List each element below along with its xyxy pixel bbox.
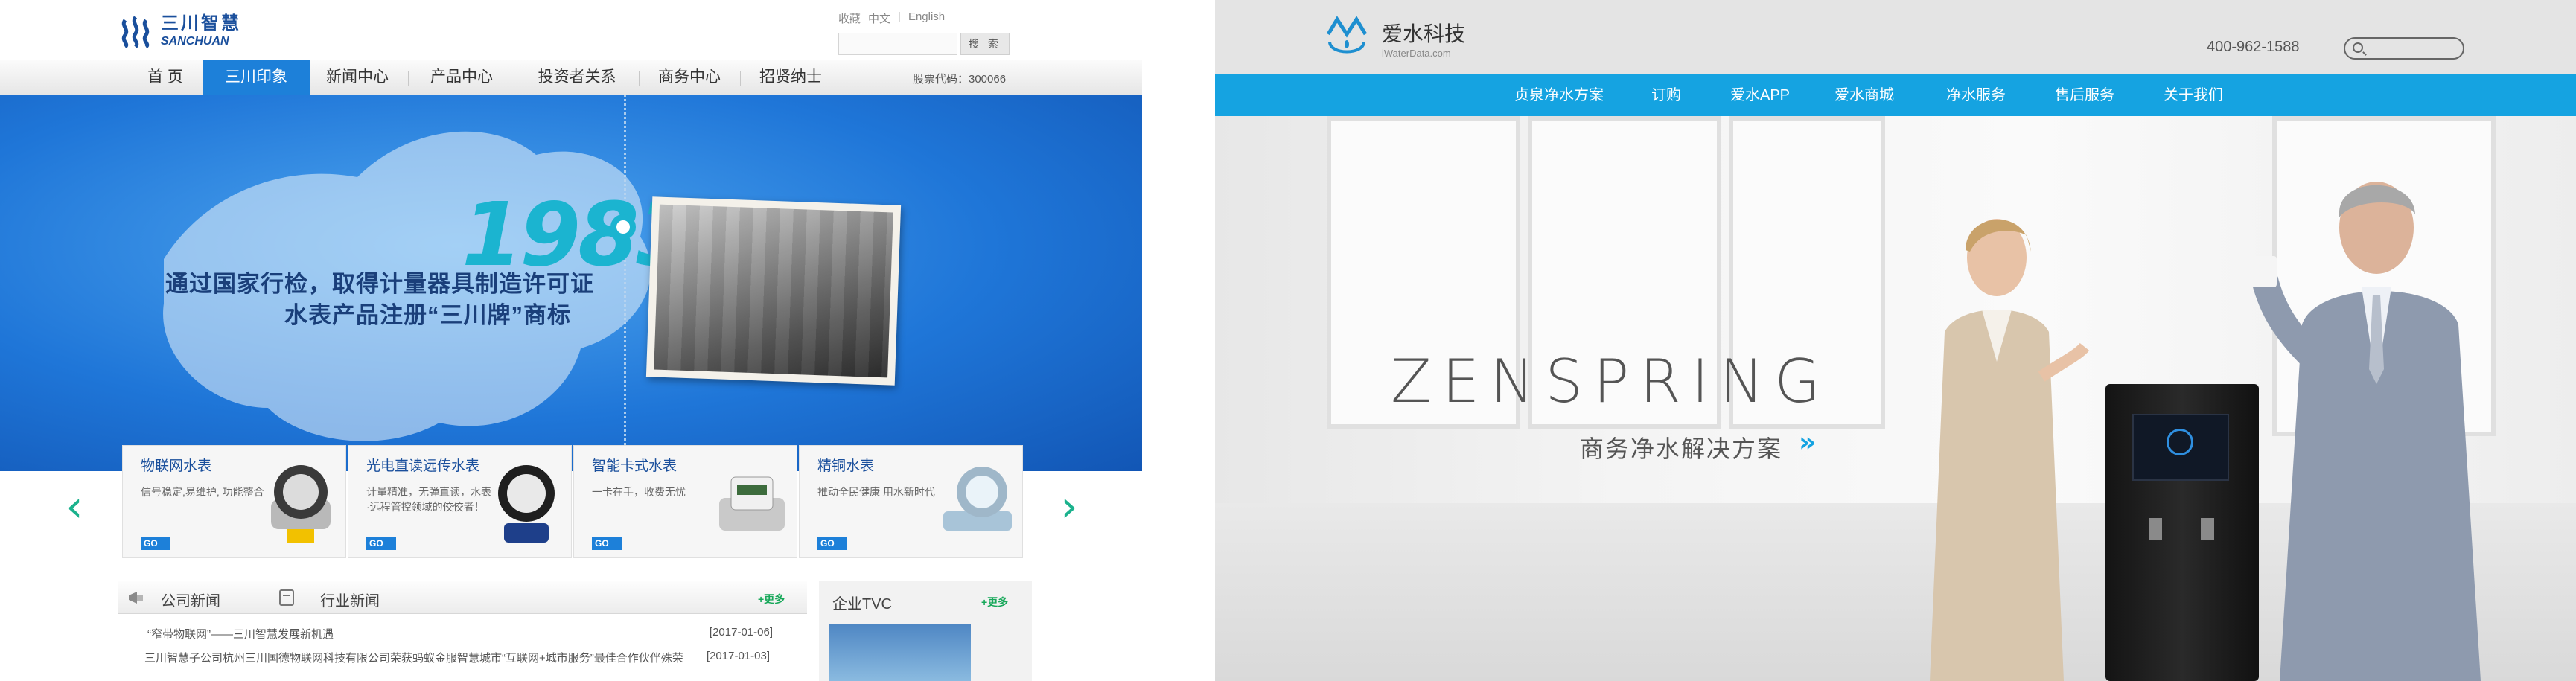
search-icon[interactable] — [2353, 42, 2363, 53]
nav-about[interactable]: 三川印象 — [203, 60, 310, 95]
product-card[interactable]: 物联网水表 信号稳定,易维护, 功能整合 GO — [122, 445, 346, 558]
hero-slogan-2: 水表产品注册“三川牌”商标 — [284, 302, 571, 328]
tvc-more-link[interactable]: +更多 — [981, 595, 1008, 610]
product-card[interactable]: 智能卡式水表 一卡在手，收费无忧 GO — [573, 445, 797, 558]
nav-investors[interactable]: 投资者关系 — [529, 60, 625, 95]
product-title: 光电直读远传水表 — [366, 458, 480, 474]
tab-industry-news[interactable]: 行业新闻 — [320, 589, 380, 610]
water-meter-icon — [943, 467, 1012, 531]
nav-divider — [408, 71, 409, 86]
go-button[interactable]: GO — [141, 537, 170, 550]
logo-cn: 三川智慧 — [161, 13, 241, 33]
news-title: “窄带物联网”——三川智慧发展新机遇 — [147, 628, 334, 641]
tvc-thumbnail[interactable] — [829, 624, 971, 681]
logo[interactable]: 爱水科技 iWaterData.com — [1319, 12, 1465, 64]
go-button[interactable]: GO — [592, 537, 622, 550]
phone-number: 400-962-1588 — [2207, 39, 2300, 55]
logo-en: SANCHUAN — [161, 35, 229, 48]
hero-subtitle: 商务净水解决方案 — [1580, 435, 1783, 462]
go-button[interactable]: GO — [366, 537, 396, 550]
nav-service[interactable]: 净水服务 — [1946, 74, 2006, 116]
main-nav: 贞泉净水方案 订购 爱水APP 爱水商城 净水服务 售后服务 关于我们 — [1215, 74, 2576, 116]
megaphone-icon — [129, 592, 143, 604]
nav-news[interactable]: 新闻中心 — [319, 60, 396, 95]
header: 三川智慧 SANCHUAN 收藏 中文 | English 搜 索 — [0, 0, 1142, 60]
businesswoman-figure — [1930, 219, 2090, 681]
go-button[interactable]: GO — [817, 537, 847, 550]
nav-about[interactable]: 关于我们 — [2164, 74, 2223, 116]
sanchuan-logo-icon — [121, 16, 150, 48]
carousel-next-icon[interactable]: › — [1054, 484, 1084, 528]
hero-slogan-1: 通过国家行检，取得计量器具制造许可证 — [165, 271, 594, 297]
businessman-figure — [2250, 182, 2481, 681]
nav-zenspring-solution[interactable]: 贞泉净水方案 — [1514, 74, 1604, 116]
favorite-link[interactable]: 收藏 — [838, 10, 861, 26]
product-desc: 信号稳定,易维护, 功能整合 — [141, 486, 264, 498]
logo-en: iWaterData.com — [1382, 47, 1451, 59]
hero-banner[interactable]: ZENSPRING 商务净水解决方案 » — [1215, 116, 2576, 681]
nav-business[interactable]: 商务中心 — [651, 60, 728, 95]
product-desc: 一卡在手，收费无忧 — [592, 486, 686, 498]
news-item[interactable]: 三川智慧子公司杭州三川国德物联网科技有限公司荣获蚂蚁金服智慧城市“互联网+城市服… — [144, 650, 800, 665]
nav-careers[interactable]: 招贤纳士 — [752, 60, 829, 95]
tvc-title: 企业TVC — [832, 596, 892, 613]
news-more-link[interactable]: +更多 — [758, 592, 785, 607]
search-input[interactable] — [838, 33, 957, 55]
document-icon — [279, 589, 294, 606]
tvc-section: 企业TVC +更多 — [819, 581, 1032, 681]
product-card[interactable]: 精铜水表 推动全民健康 用水新时代 GO — [799, 445, 1023, 558]
nav-after-sales[interactable]: 售后服务 — [2055, 74, 2114, 116]
iwater-website: 爱水科技 iWaterData.com 400-962-1588 贞泉净水方案 … — [1215, 0, 2576, 681]
timeline-dot — [610, 214, 636, 240]
news-section: 公司新闻 行业新闻 +更多 “窄带物联网”——三川智慧发展新机遇 [2017-0… — [118, 581, 807, 681]
hero-title: ZENSPRING — [1391, 347, 1831, 416]
main-nav: 首 页 三川印象 新闻中心 产品中心 投资者关系 商务中心 招贤纳士 股票代码：… — [0, 60, 1142, 95]
water-meter-icon — [271, 465, 331, 543]
news-date: [2017-01-06] — [709, 626, 773, 639]
water-meter-icon — [498, 465, 555, 543]
search-input[interactable] — [2344, 37, 2464, 60]
nav-products[interactable]: 产品中心 — [423, 60, 500, 95]
historic-photo — [645, 196, 902, 386]
product-title: 精铜水表 — [817, 458, 875, 474]
news-item[interactable]: “窄带物联网”——三川智慧发展新机遇 [2017-01-06] — [147, 626, 803, 642]
water-meter-icon — [719, 476, 785, 531]
logo[interactable]: 三川智慧 SANCHUAN — [119, 13, 241, 49]
iwater-logo-icon — [1326, 16, 1368, 54]
product-desc: 计量精准，无弹直读，水表·远程管控领域的佼佼者！ — [366, 486, 491, 513]
link-separator: | — [898, 10, 901, 23]
screenshot-composite: 三川智慧 SANCHUAN 收藏 中文 | English 搜 索 首 页 三川… — [0, 0, 2576, 681]
nav-home[interactable]: 首 页 — [134, 60, 197, 95]
news-date: [2017-01-03] — [706, 650, 770, 662]
nav-divider — [740, 71, 741, 86]
search-button[interactable]: 搜 索 — [960, 33, 1010, 55]
product-card[interactable]: 光电直读远传水表 计量精准，无弹直读，水表·远程管控领域的佼佼者！ GO — [348, 445, 572, 558]
product-strip: 物联网水表 信号稳定,易维护, 功能整合 GO 光电直读远传水表 计量精准，无弹… — [122, 445, 1023, 558]
nav-divider — [639, 71, 640, 86]
nav-mall[interactable]: 爱水商城 — [1834, 74, 1894, 116]
hero-banner[interactable]: 1983 通过国家行检，取得计量器具制造许可证 水表产品注册“三川牌”商标 — [0, 95, 1142, 471]
news-title: 三川智慧子公司杭州三川国德物联网科技有限公司荣获蚂蚁金服智慧城市“互联网+城市服… — [144, 652, 683, 665]
double-arrow-icon[interactable]: » — [1799, 427, 1816, 458]
logo-cn: 爱水科技 — [1382, 22, 1466, 45]
nav-app[interactable]: 爱水APP — [1730, 74, 1790, 116]
top-links: 收藏 中文 | English — [838, 10, 945, 26]
sanchuan-website: 三川智慧 SANCHUAN 收藏 中文 | English 搜 索 首 页 三川… — [0, 0, 1142, 681]
tab-company-news[interactable]: 公司新闻 — [161, 589, 220, 610]
carousel-prev-icon[interactable]: ‹ — [60, 484, 89, 528]
product-desc: 推动全民健康 用水新时代 — [817, 486, 935, 498]
header: 爱水科技 iWaterData.com 400-962-1588 — [1215, 0, 2576, 74]
product-title: 物联网水表 — [141, 458, 212, 474]
chinese-link[interactable]: 中文 — [868, 10, 890, 26]
product-title: 智能卡式水表 — [592, 458, 678, 474]
stock-code: 股票代码：300066 — [913, 73, 1007, 86]
nav-order[interactable]: 订购 — [1651, 74, 1681, 116]
english-link[interactable]: English — [908, 10, 945, 26]
news-tabs: 公司新闻 行业新闻 +更多 — [118, 581, 807, 614]
